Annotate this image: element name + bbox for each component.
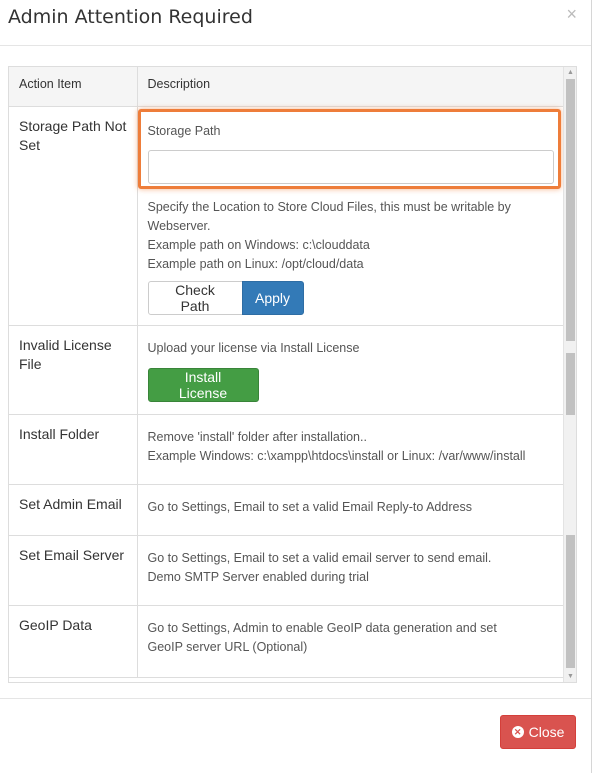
table-header-row: Action Item Description	[9, 67, 566, 107]
description-cell: Go to Settings, Admin to enable GeoIP da…	[137, 605, 566, 678]
apply-button[interactable]: Apply	[241, 280, 304, 315]
hint-line: Example path on Linux: /opt/cloud/data	[147, 256, 364, 271]
description-text: GeoIP server URL (Optional)	[147, 639, 308, 654]
modal-header: Admin Attention Required ×	[0, 0, 591, 46]
storage-path-hint: Specify the Location to Store Cloud File…	[148, 198, 555, 274]
modal-footer: ✕ Close	[0, 698, 591, 773]
table-row: Install Folder Remove 'install' folder a…	[9, 414, 566, 485]
table-row: Storage Path Not Set Storage Path Specif…	[9, 106, 566, 326]
action-item-set-email-server: Set Email Server	[9, 535, 138, 606]
hint-line: Example path on Windows: c:\clouddata	[147, 237, 370, 252]
description-cell: Remove 'install' folder after installati…	[137, 414, 566, 485]
hint-line: Specify the Location to Store Cloud File…	[147, 199, 511, 233]
scroll-down-arrow-icon[interactable]: ▼	[566, 672, 575, 682]
table-row: Set Email Server Go to Settings, Email t…	[9, 535, 566, 606]
scrollbar-thumb[interactable]	[566, 353, 575, 415]
column-header-description: Description	[137, 67, 566, 107]
storage-path-button-group: Check Path Apply	[147, 280, 555, 315]
scrollbar-thumb[interactable]	[566, 535, 575, 668]
description-text: Go to Settings, Email to set a valid ema…	[147, 550, 492, 565]
description-text: Go to Settings, Email to set a valid Ema…	[147, 499, 472, 514]
description-text: Demo SMTP Server enabled during trial	[147, 569, 369, 584]
column-header-action-item: Action Item	[9, 67, 138, 107]
description-text: Remove 'install' folder after installati…	[147, 429, 367, 444]
close-icon[interactable]: ×	[566, 4, 577, 24]
action-item-set-admin-email: Set Admin Email	[9, 484, 138, 536]
action-item-invalid-license: Invalid License File	[9, 325, 138, 415]
install-license-button[interactable]: Install License	[147, 367, 259, 402]
action-item-storage-path: Storage Path Not Set	[9, 106, 138, 326]
description-text: Go to Settings, Admin to enable GeoIP da…	[147, 620, 497, 635]
close-button-label: Close	[528, 724, 565, 740]
times-circle-icon: ✕	[511, 726, 524, 738]
storage-path-input[interactable]	[147, 149, 554, 184]
check-path-button[interactable]: Check Path	[147, 280, 243, 315]
description-text: Upload your license via Install License	[147, 340, 360, 355]
action-item-install-folder: Install Folder	[9, 414, 138, 485]
table-row: Set Admin Email Go to Settings, Email to…	[9, 484, 566, 536]
description-cell: Storage Path Specify the Location to Sto…	[137, 106, 566, 326]
scrollbar-thumb[interactable]	[566, 79, 575, 341]
attention-table: Action Item Description Storage Path Not…	[9, 67, 566, 678]
admin-attention-modal: Admin Attention Required × Action Item D…	[0, 0, 592, 773]
action-item-geoip-data: GeoIP Data	[9, 605, 138, 678]
table-row: Invalid License File Upload your license…	[9, 325, 566, 415]
close-button[interactable]: ✕ Close	[500, 715, 576, 749]
storage-path-label: Storage Path	[147, 123, 221, 138]
attention-table-container: Action Item Description Storage Path Not…	[8, 66, 577, 683]
description-cell: Go to Settings, Email to set a valid Ema…	[137, 484, 566, 536]
table-row: GeoIP Data Go to Settings, Admin to enab…	[9, 605, 566, 678]
description-cell: Upload your license via Install License …	[137, 325, 566, 415]
description-cell: Go to Settings, Email to set a valid ema…	[137, 535, 566, 606]
description-text: Example Windows: c:\xampp\htdocs\install…	[147, 448, 526, 463]
modal-title: Admin Attention Required	[8, 6, 253, 28]
table-scrollbar[interactable]: ▲ ▼	[563, 67, 576, 682]
scroll-up-arrow-icon[interactable]: ▲	[566, 68, 575, 78]
